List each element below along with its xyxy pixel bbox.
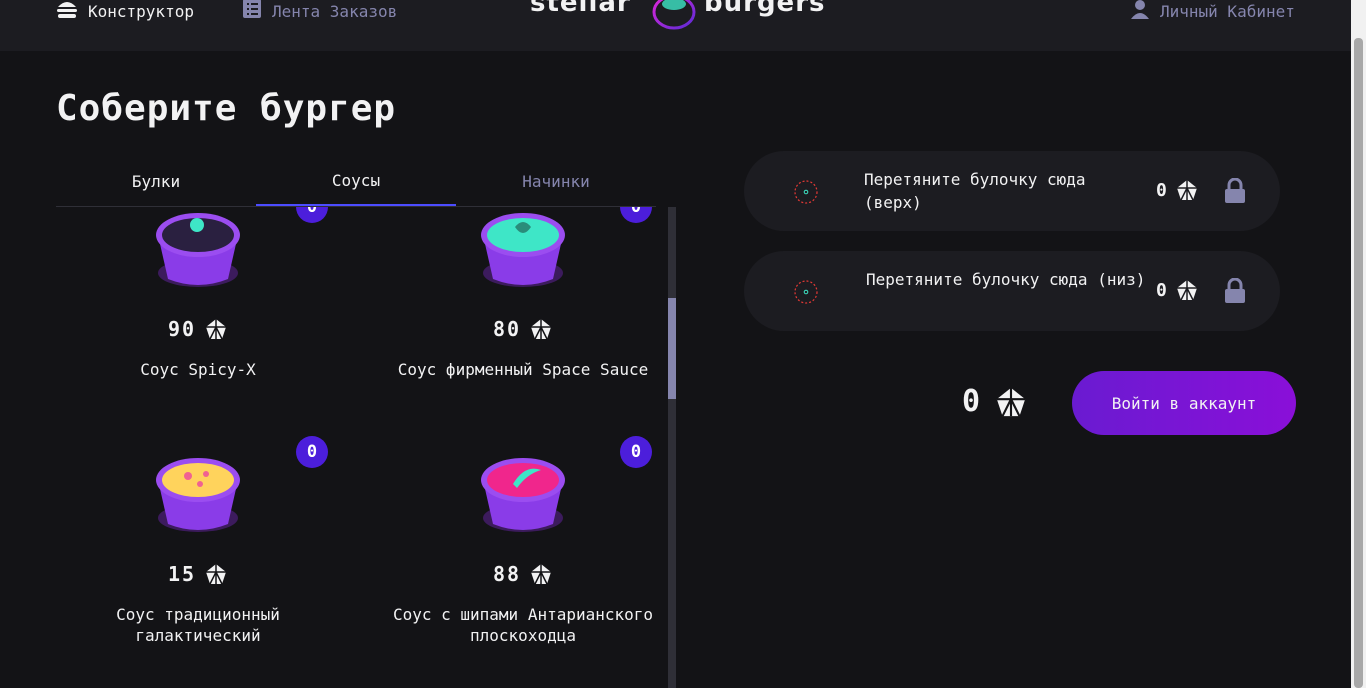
bun-bottom-placeholder: Перетяните булочку сюда (низ) [866, 270, 1146, 289]
nav-constructor-label: Конструктор [88, 1, 194, 21]
ingredient-list: 90 Соус Spicy-X 0 80 Соус фирменный Spac… [56, 207, 668, 688]
app-header: Конструктор Лента Заказов stellar burger… [0, 0, 1351, 51]
lock-icon [1224, 277, 1248, 304]
currency-icon [529, 317, 553, 341]
tab-sauces[interactable]: Соусы [256, 156, 456, 206]
sauce-image [156, 213, 240, 287]
ingredient-counter: 0 [296, 207, 328, 223]
page-scrollbar[interactable] [1351, 0, 1366, 688]
ingredient-price: 88 [387, 562, 659, 586]
ingredient-tabs: Булки Соусы Начинки [56, 156, 656, 207]
bun-top-price: 0 [1156, 178, 1199, 202]
ingredient-name: Соус фирменный Space Sauce [397, 360, 649, 379]
ingredient-scrollbar[interactable] [668, 207, 676, 688]
price-value: 0 [1156, 279, 1167, 301]
ingredient-card[interactable]: 90 Соус Spicy-X 0 [62, 207, 334, 419]
currency-icon [994, 385, 1028, 419]
drop-target-icon [794, 180, 818, 204]
total-value: 0 [962, 384, 981, 419]
ingredient-name: Соус с шипами Антарианского плоскоходца [392, 605, 654, 645]
drop-target-icon [794, 280, 818, 304]
price-value: 90 [167, 317, 197, 341]
logo-text-right: burgers [704, 0, 826, 18]
sauce-image [481, 458, 565, 532]
nav-feed-label: Лента Заказов [272, 1, 398, 21]
price-value: 0 [1156, 179, 1167, 201]
ingredient-price: 15 [62, 562, 334, 586]
lock-icon [1224, 177, 1248, 204]
logo-text-left: stellar [530, 0, 631, 18]
ingredient-counter: 0 [620, 436, 652, 468]
list-icon [242, 0, 262, 23]
ingredient-card[interactable]: 15 Соус традиционный галактический 0 [62, 436, 334, 664]
nav-feed[interactable]: Лента Заказов [242, 0, 397, 22]
bun-bottom-drop-zone[interactable]: Перетяните булочку сюда (низ) 0 [744, 251, 1280, 331]
logo-planet-icon [652, 0, 696, 34]
ingredient-counter: 0 [296, 436, 328, 468]
ingredient-card[interactable]: 80 Соус фирменный Space Sauce 0 [387, 207, 659, 419]
price-value: 80 [492, 317, 522, 341]
logo[interactable]: stellar burgers [530, 0, 825, 30]
order-total: 0 [962, 384, 1028, 419]
ingredient-counter: 0 [620, 207, 652, 223]
profile-icon [1130, 0, 1150, 23]
tab-fillings[interactable]: Начинки [456, 156, 656, 206]
currency-icon [1175, 178, 1199, 202]
bun-top-drop-zone[interactable]: Перетяните булочку сюда (верх) 0 [744, 151, 1280, 231]
currency-icon [1175, 278, 1199, 302]
bun-top-placeholder: Перетяните булочку сюда (верх) [864, 170, 1086, 212]
bun-bottom-price: 0 [1156, 278, 1199, 302]
nav-account-label: Личный Кабинет [1160, 1, 1295, 21]
tab-buns[interactable]: Булки [56, 156, 256, 206]
ingredient-scroll-thumb[interactable] [668, 298, 676, 399]
ingredient-name: Соус традиционный галактический [116, 605, 280, 645]
login-button[interactable]: Войти в аккаунт [1072, 371, 1296, 435]
page-title: Соберите бургер [56, 88, 397, 129]
burger-icon [56, 0, 78, 23]
sauce-image [156, 458, 240, 532]
ingredient-card[interactable]: 88 Соус с шипами Антарианского плоскоход… [387, 436, 659, 664]
nav-constructor[interactable]: Конструктор [56, 0, 194, 22]
sauce-image [481, 213, 565, 287]
currency-icon [204, 317, 228, 341]
currency-icon [529, 562, 553, 586]
ingredient-price: 90 [62, 317, 334, 341]
ingredient-price: 80 [387, 317, 659, 341]
price-value: 88 [492, 562, 522, 586]
currency-icon [204, 562, 228, 586]
price-value: 15 [167, 562, 197, 586]
nav-account[interactable]: Личный Кабинет [1130, 0, 1295, 22]
ingredient-name: Соус Spicy-X [140, 360, 256, 379]
page-scroll-thumb[interactable] [1354, 38, 1363, 688]
